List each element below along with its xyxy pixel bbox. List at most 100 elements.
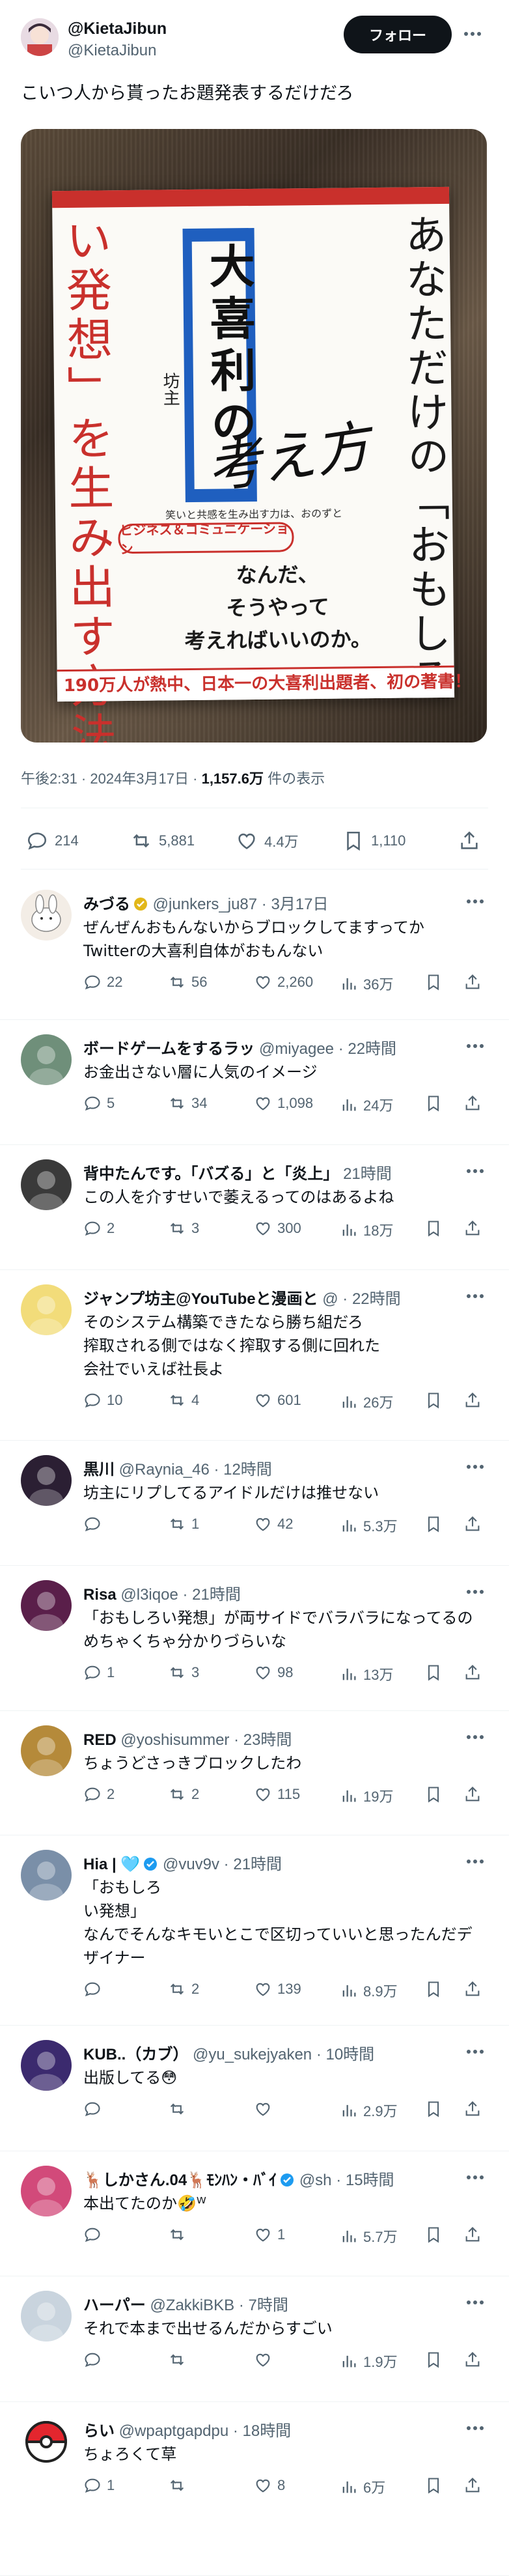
reply-repost-button[interactable]: 3: [168, 1663, 199, 1682]
reply-handle[interactable]: @l3iqoe · 21時間: [120, 1586, 240, 1604]
reply-repost-button[interactable]: 1: [168, 1515, 199, 1533]
author-handle[interactable]: @KietaJibun: [68, 42, 156, 60]
reply-avatar[interactable]: [21, 1455, 72, 1506]
reply-avatar[interactable]: [21, 1725, 72, 1776]
reply-share-button[interactable]: [463, 2100, 482, 2118]
reply-views-button[interactable]: 2.9万: [340, 2100, 398, 2121]
reply-name[interactable]: 黒川: [83, 1461, 115, 1479]
reply-name[interactable]: KUB..（カブ）: [83, 2046, 188, 2063]
reply-bookmark-button[interactable]: [424, 2351, 443, 2369]
reply-name[interactable]: ハーパー: [83, 2297, 146, 2314]
reply-like-button[interactable]: 601: [254, 1391, 301, 1409]
reply-reply-button[interactable]: 2: [83, 1219, 115, 1238]
reply-handle[interactable]: @yu_sukejyaken · 10時間: [193, 2046, 374, 2063]
reply-bookmark-button[interactable]: [424, 1391, 443, 1409]
reply-views-button[interactable]: 19万: [340, 1785, 393, 1806]
reply-like-button[interactable]: 1,098: [254, 1094, 313, 1112]
reply-views-button[interactable]: 1.9万: [340, 2351, 398, 2371]
reply-avatar[interactable]: [21, 1284, 72, 1335]
reply-handle[interactable]: @ · 22時間: [322, 1290, 400, 1308]
reply-item[interactable]: みづる @junkers_ju87 · 3月17日 ぜんぜんおもんないからブロック…: [0, 875, 509, 1020]
reply-repost-button[interactable]: [168, 2476, 191, 2495]
reply-avatar[interactable]: [21, 1850, 72, 1901]
reply-more-icon[interactable]: [462, 2171, 488, 2184]
reply-reply-button[interactable]: [83, 2100, 107, 2118]
reply-handle[interactable]: @yoshisummer · 23時間: [120, 1731, 292, 1749]
reply-share-button[interactable]: [463, 1094, 482, 1112]
reply-name[interactable]: みづる: [83, 896, 130, 913]
reply-item[interactable]: ボードゲームをするラッ @miyagee · 22時間 お金出さない層に人気のイメ…: [0, 1020, 509, 1145]
reply-handle[interactable]: @vuv9v · 21時間: [163, 1856, 282, 1873]
reply-reply-button[interactable]: 1: [83, 2476, 115, 2495]
reply-handle[interactable]: @miyagee · 22時間: [259, 1040, 396, 1058]
reply-name[interactable]: らい: [83, 2422, 115, 2440]
reply-handle[interactable]: @Raynia_46 · 12時間: [119, 1461, 272, 1479]
reply-handle[interactable]: @sh · 15時間: [299, 2172, 394, 2189]
author-name[interactable]: @KietaJibun: [68, 20, 167, 38]
reply-name[interactable]: ジャンプ坊主@YouTubeと漫画と: [83, 1290, 318, 1308]
reply-avatar[interactable]: [21, 890, 72, 941]
reply-name[interactable]: 背中たんです。「バズる」と「炎上」: [83, 1165, 338, 1183]
reply-bookmark-button[interactable]: [424, 1980, 443, 1998]
reply-reply-button[interactable]: 2: [83, 1785, 115, 1804]
reply-like-button[interactable]: 139: [254, 1980, 301, 1998]
reply-more-icon[interactable]: [462, 1585, 488, 1598]
reply-item[interactable]: Hia | 🩵 @vuv9v · 21時間 「おもしろ い発想」 なんでそんなキモ…: [0, 1835, 509, 2026]
reply-bookmark-button[interactable]: [424, 1094, 443, 1112]
reply-views-button[interactable]: 8.9万: [340, 1980, 398, 2001]
follow-button[interactable]: フォロー: [344, 16, 452, 53]
reply-bookmark-button[interactable]: [424, 2100, 443, 2118]
reply-reply-button[interactable]: [83, 1980, 107, 1998]
reply-more-icon[interactable]: [462, 2296, 488, 2309]
reply-bookmark-button[interactable]: [424, 2476, 443, 2495]
reply-avatar[interactable]: [21, 1034, 72, 1085]
reply-item[interactable]: ハーパー @ZakkiBKB · 7時間 それで本まで出せるんだからすごい 1.9万: [0, 2276, 509, 2402]
reply-share-button[interactable]: [463, 2476, 482, 2495]
reply-share-button[interactable]: [463, 1219, 482, 1238]
reply-bookmark-button[interactable]: [424, 1515, 443, 1533]
reply-reply-button[interactable]: [83, 1515, 107, 1533]
reply-button[interactable]: 214: [26, 830, 79, 852]
reply-views-button[interactable]: 5.7万: [340, 2226, 398, 2246]
reply-item[interactable]: 黒川 @Raynia_46 · 12時間 坊主にリプしてるアイドルだけは推せない 1…: [0, 1441, 509, 1566]
reply-more-icon[interactable]: [462, 2422, 488, 2435]
reply-like-button[interactable]: 1: [254, 2226, 285, 2244]
reply-share-button[interactable]: [463, 1391, 482, 1409]
reply-share-button[interactable]: [463, 2351, 482, 2369]
reply-more-icon[interactable]: [462, 895, 488, 908]
reply-handle[interactable]: @wpaptgapdpu · 18時間: [119, 2422, 292, 2440]
reply-avatar[interactable]: [21, 1580, 72, 1631]
reply-more-icon[interactable]: [462, 1460, 488, 1473]
reply-name[interactable]: Risa: [83, 1586, 117, 1604]
reply-bookmark-button[interactable]: [424, 1663, 443, 1682]
reply-name[interactable]: RED: [83, 1731, 117, 1749]
reply-like-button[interactable]: 98: [254, 1663, 293, 1682]
reply-bookmark-button[interactable]: [424, 1785, 443, 1804]
reply-item[interactable]: 背中たんです。「バズる」と「炎上」 21時間 この人を介すせいで萎えるってのはある…: [0, 1145, 509, 1270]
reply-like-button[interactable]: 8: [254, 2476, 285, 2495]
post-image[interactable]: あなただけの「おもしろ い発想」を生み出す方法 大喜利の 坊主 考え方 笑いと共…: [21, 129, 487, 743]
reply-views-button[interactable]: 36万: [340, 973, 393, 994]
reply-repost-button[interactable]: 4: [168, 1391, 199, 1409]
reply-views-button[interactable]: 18万: [340, 1219, 393, 1240]
post-time[interactable]: 午後2:31 · 2024年3月17日 ·: [21, 771, 202, 787]
reply-views-button[interactable]: 6万: [340, 2476, 385, 2497]
reply-repost-button[interactable]: 2: [168, 1785, 199, 1804]
reply-more-icon[interactable]: [462, 1855, 488, 1868]
reply-item[interactable]: ジャンプ坊主@YouTubeと漫画と @ · 22時間 そのシステム構築できたなら…: [0, 1270, 509, 1441]
reply-bookmark-button[interactable]: [424, 1219, 443, 1238]
reply-repost-button[interactable]: [168, 2351, 191, 2369]
reply-reply-button[interactable]: 22: [83, 973, 122, 991]
repost-button[interactable]: 5,881: [130, 830, 195, 852]
reply-avatar[interactable]: [21, 1159, 72, 1210]
reply-repost-button[interactable]: 56: [168, 973, 207, 991]
reply-like-button[interactable]: 42: [254, 1515, 293, 1533]
reply-item[interactable]: KUB..（カブ） @yu_sukejyaken · 10時間 出版してる😳 2.9…: [0, 2026, 509, 2151]
reply-bookmark-button[interactable]: [424, 2226, 443, 2244]
reply-views-button[interactable]: 13万: [340, 1663, 393, 1684]
reply-item[interactable]: RED @yoshisummer · 23時間 ちょうどさっきブロックしたわ 2 2 1…: [0, 1711, 509, 1835]
reply-reply-button[interactable]: [83, 2351, 107, 2369]
reply-more-icon[interactable]: [462, 1165, 488, 1178]
reply-share-button[interactable]: [463, 1980, 482, 1998]
reply-views-button[interactable]: 5.3万: [340, 1515, 398, 1536]
